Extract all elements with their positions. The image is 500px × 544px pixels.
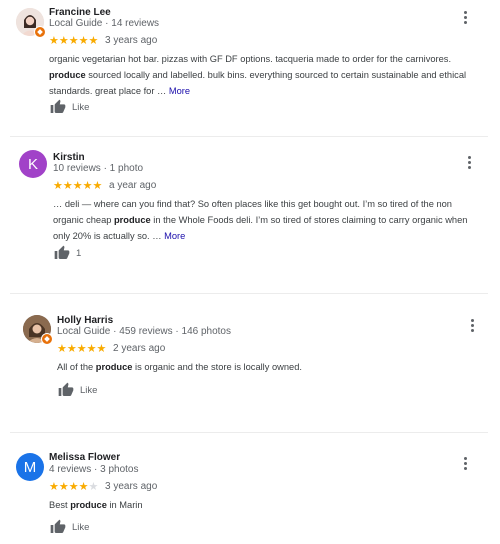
like-count: 1 — [76, 247, 82, 259]
like-button[interactable]: Like — [50, 99, 89, 115]
reviewer-name[interactable]: Melissa Flower — [49, 452, 120, 463]
more-link[interactable]: More — [164, 231, 185, 241]
reviewer-avatar[interactable]: K — [19, 150, 47, 178]
thumbs-up-icon — [54, 245, 70, 259]
divider — [10, 136, 488, 137]
reviewer-avatar[interactable]: M — [16, 453, 44, 481]
like-label: Like — [72, 521, 90, 533]
thumbs-up-icon — [58, 382, 74, 396]
more-options-button[interactable] — [463, 154, 475, 170]
reviewer-name[interactable]: Francine Lee — [49, 7, 111, 18]
like-label: Like — [72, 101, 90, 113]
reviewer-name[interactable]: Holly Harris — [57, 315, 113, 326]
more-link[interactable]: More — [169, 86, 190, 96]
review-text: … deli — where can you find that? So oft… — [53, 199, 468, 241]
divider — [10, 432, 488, 433]
keyword-highlight: produce — [49, 70, 86, 80]
reviewer-meta: 4 reviews · 3 photos — [49, 464, 139, 475]
review-text: All of the produce is organic and the st… — [57, 362, 302, 372]
keyword-highlight: produce — [70, 500, 107, 510]
star-rating: ★★★★★ — [49, 481, 99, 493]
reviewer-meta: Local Guide · 459 reviews · 146 photos — [57, 326, 231, 337]
local-guide-badge-icon — [41, 333, 53, 345]
like-button[interactable]: Like — [50, 519, 89, 535]
local-guide-badge-icon — [34, 26, 46, 38]
review-text: organic vegetarian hot bar. pizzas with … — [49, 54, 467, 96]
reviewer-avatar[interactable] — [23, 315, 53, 345]
review-text: Best produce in Marin — [49, 500, 143, 510]
star-rating: ★★★★★ — [57, 343, 107, 355]
review-time: 2 years ago — [113, 343, 166, 354]
like-button[interactable]: Like — [58, 382, 97, 398]
more-options-button[interactable] — [466, 317, 478, 333]
thumbs-up-icon — [50, 99, 66, 113]
reviewer-meta: 10 reviews · 1 photo — [53, 163, 144, 174]
review-time: 3 years ago — [105, 35, 158, 46]
reviewer-name[interactable]: Kirstin — [53, 152, 85, 163]
star-rating: ★★★★★ — [53, 180, 103, 192]
review-time: 3 years ago — [105, 481, 158, 492]
like-label: Like — [80, 384, 98, 396]
star-rating: ★★★★★ — [49, 35, 99, 47]
reviewer-meta: Local Guide · 14 reviews — [49, 18, 160, 29]
avatar-letter: M — [16, 453, 44, 481]
review-time: a year ago — [109, 180, 157, 191]
more-options-button[interactable] — [459, 9, 471, 25]
like-button[interactable]: 1 — [54, 245, 81, 261]
thumbs-up-icon — [50, 519, 66, 533]
divider — [10, 293, 488, 294]
avatar-letter: K — [19, 150, 47, 178]
more-options-button[interactable] — [459, 455, 471, 471]
keyword-highlight: produce — [95, 362, 133, 372]
keyword-highlight: produce — [114, 215, 151, 225]
reviewer-avatar[interactable] — [16, 8, 46, 38]
